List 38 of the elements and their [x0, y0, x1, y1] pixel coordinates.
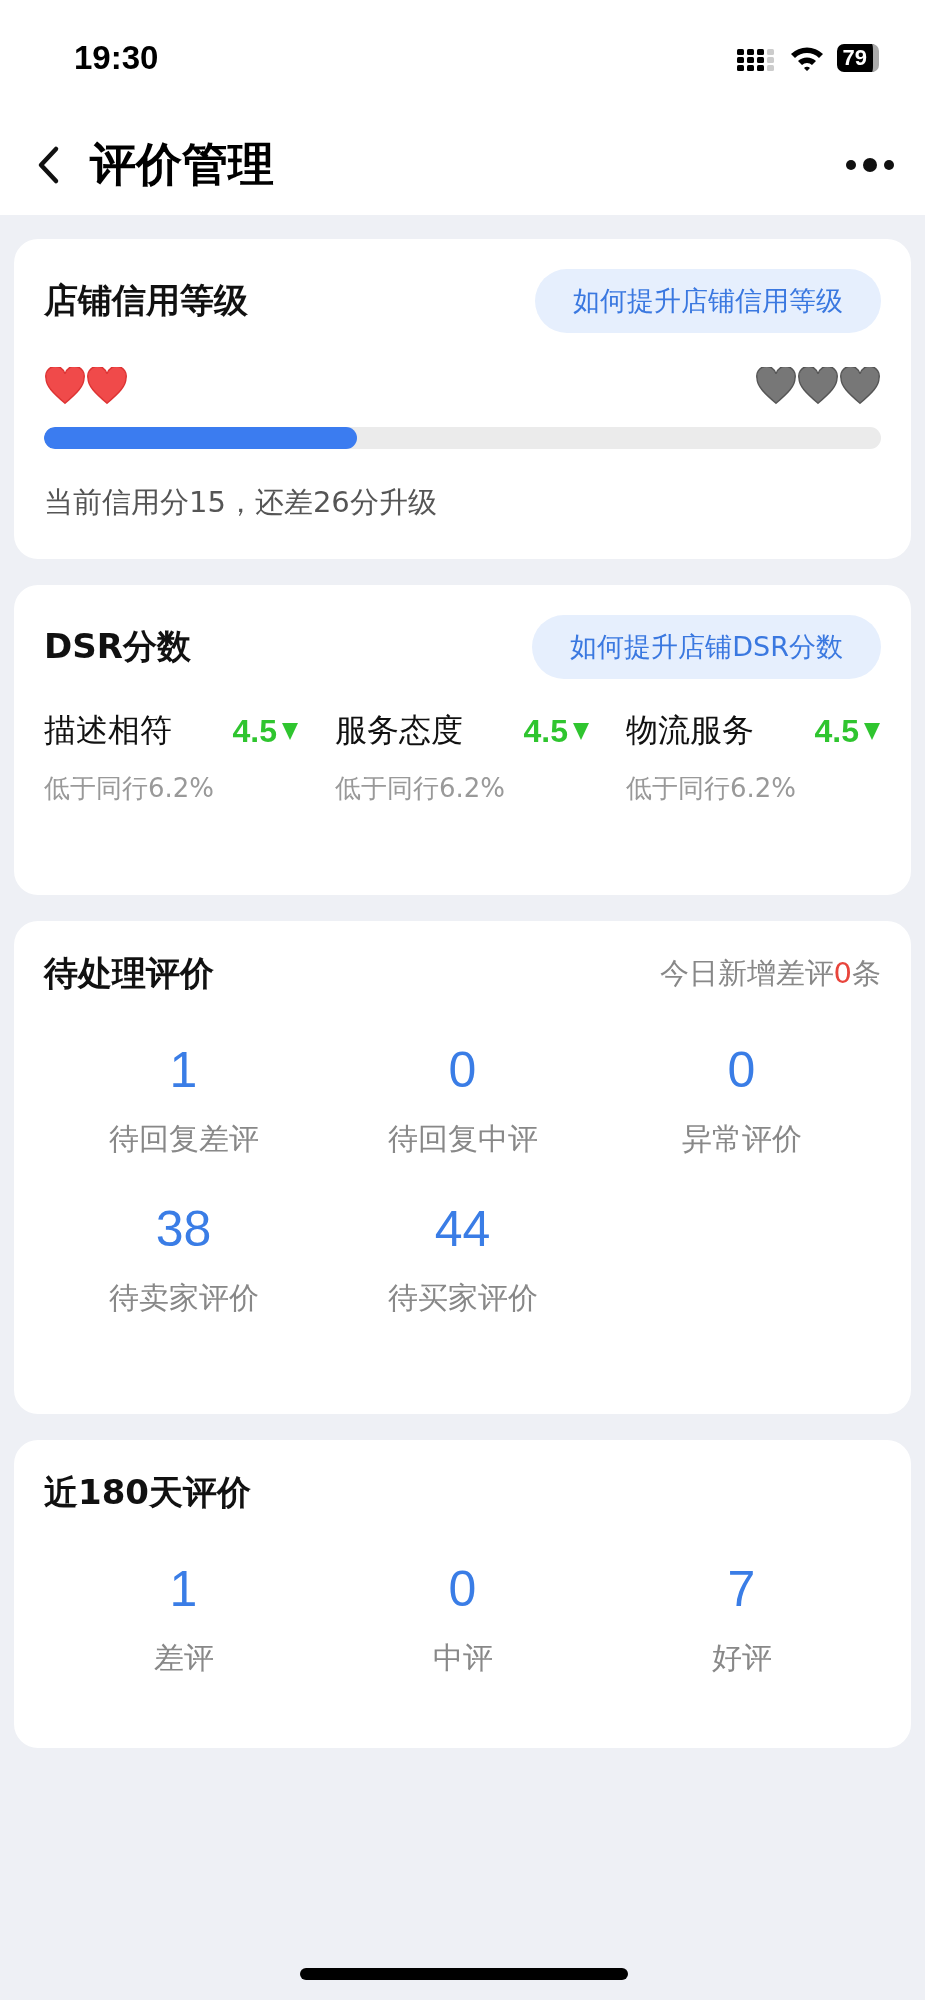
- dsr-score: 4.5: [814, 712, 859, 750]
- stat-value[interactable]: 0: [448, 1041, 477, 1099]
- card-title: 待处理评价: [44, 952, 214, 995]
- dsr-compare: 低于同行6.2%: [44, 772, 216, 805]
- more-icon[interactable]: [845, 157, 895, 173]
- dsr-compare: 低于同行6.2%: [626, 772, 798, 805]
- card-title: 店铺信用等级: [44, 279, 248, 322]
- stat-value[interactable]: 0: [727, 1041, 756, 1099]
- help-link-button[interactable]: 如何提升店铺DSR分数: [532, 615, 881, 679]
- card-title: DSR分数: [44, 625, 191, 668]
- stat-value[interactable]: 7: [727, 1560, 756, 1618]
- stat-value[interactable]: 0: [448, 1560, 477, 1618]
- stat-label: 待卖家评价: [108, 1279, 259, 1317]
- stat-value[interactable]: 1: [169, 1041, 198, 1099]
- stat-value[interactable]: 44: [434, 1200, 491, 1258]
- help-link-button[interactable]: 如何提升店铺信用等级: [535, 269, 881, 333]
- stat-label: 待回复中评: [387, 1120, 538, 1158]
- credit-note: 当前信用分15，还差26分升级: [44, 484, 438, 521]
- dsr-compare: 低于同行6.2%: [335, 772, 507, 805]
- dsr-score: 4.5: [523, 712, 568, 750]
- stat-label: 待回复差评: [108, 1120, 259, 1158]
- stat-label: 异常评价: [681, 1120, 802, 1158]
- stat-label: 好评: [711, 1639, 772, 1677]
- status-time: 19:30: [74, 38, 159, 77]
- stat-label: 差评: [153, 1639, 214, 1677]
- today-new-bad-reviews: 今日新增差评0条: [659, 955, 881, 992]
- dsr-name: 物流服务: [626, 710, 754, 751]
- stat-label: 中评: [432, 1639, 493, 1677]
- stat-label: 待买家评价: [387, 1279, 538, 1317]
- page-title: 评价管理: [90, 136, 275, 193]
- stat-value[interactable]: 1: [169, 1560, 198, 1618]
- dsr-score: 4.5: [232, 712, 277, 750]
- card-title: 近180天评价: [44, 1471, 251, 1514]
- dsr-name: 描述相符: [44, 710, 172, 751]
- back-icon[interactable]: [36, 145, 60, 185]
- stat-value[interactable]: 38: [155, 1200, 212, 1258]
- battery-level: 79: [836, 43, 879, 72]
- dsr-name: 服务态度: [335, 710, 463, 751]
